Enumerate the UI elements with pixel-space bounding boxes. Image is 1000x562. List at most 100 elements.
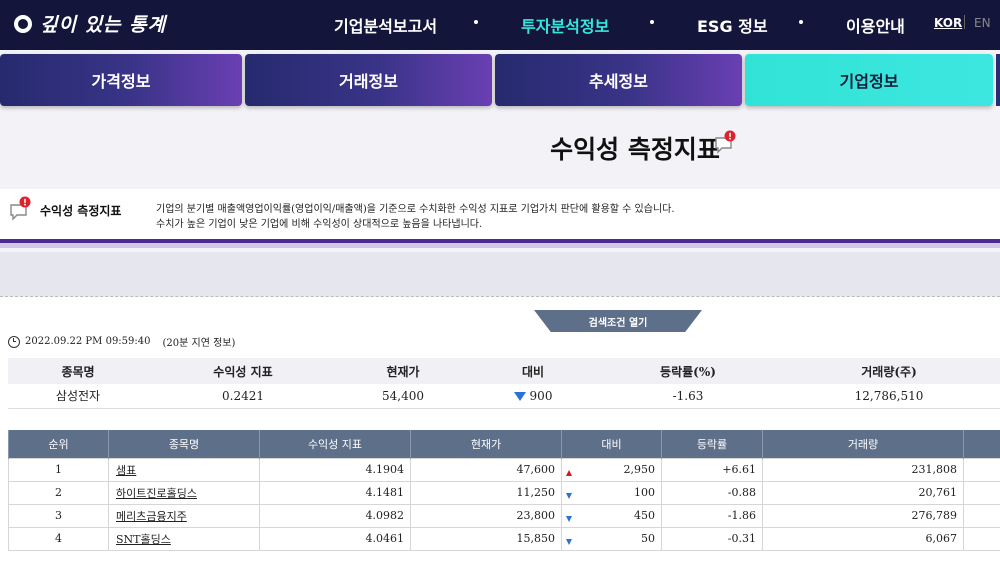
summary-header-cell: 등락률(%) [598,358,778,384]
table-row: 3 메리츠금융지주 4.0982 23,800 450 -1.86 276,78… [8,503,1000,528]
tab-trade-info[interactable]: 거래정보 [245,54,492,106]
info-bubble-icon[interactable] [713,130,739,156]
price-cell: 47,600 [410,457,562,482]
info-bubble-icon [10,196,31,221]
summary-price: 54,400 [338,384,468,409]
summary-header-cell: 대비 [468,358,598,384]
lang-divider [964,15,965,29]
spacer-band [0,252,1000,296]
stock-name-link[interactable]: 샘표 [108,457,260,482]
search-options-toggle[interactable]: 검색조건 열기 [534,310,702,332]
logo-text: 깊이 있는 통계 [40,14,167,36]
stock-name-text[interactable]: 메리츠금융지주 [116,510,187,523]
index-cell: 4.0461 [259,526,411,551]
up-arrow-icon [566,469,572,476]
ranking-header-cell: 거래량 [762,430,964,458]
logo-ring-icon [14,14,32,33]
summary-stock-name: 삼성전자 [8,384,148,409]
ranking-header-cell: 종목명 [108,430,260,458]
nav-item-esg[interactable]: ESG 정보 [697,13,768,37]
ranking-header-cell: 대비 [561,430,662,458]
nav-item-investment-info[interactable]: 투자분석정보 [521,13,609,37]
ranking-header-cell: 현재가 [410,430,562,458]
change-value: 450 [634,509,655,522]
down-arrow-icon [513,391,526,401]
change-cell: 2,950 [561,457,662,482]
summary-rate: -1.63 [598,384,778,409]
ranking-header-cell: 순위 [8,430,109,458]
volume-cell: 6,067 [762,526,964,551]
tab-company-info[interactable]: 기업정보 [745,54,993,106]
table-row: 4 SNT홀딩스 4.0461 15,850 50 -0.31 6,067 [8,526,1000,551]
extra-cell [963,526,1000,551]
stock-name-link[interactable]: 하이트진로홀딩스 [108,480,260,505]
ranking-header-row: 순위 종목명 수익성 지표 현재가 대비 등락률 거래량 [8,430,1000,458]
nav-separator-dot [799,20,803,24]
extra-cell [963,480,1000,505]
summary-table: 종목명 수익성 지표 현재가 대비 등락률(%) 거래량(주) 삼성전자 0.2… [8,358,1000,409]
index-cell: 4.1481 [259,480,411,505]
page-title: 수익성 측정지표 [550,135,720,164]
description-panel: 수익성 측정지표 기업의 분기별 매출액영업이익률(영업이익/매출액)을 기준으… [0,189,1000,248]
rank-cell: 1 [8,457,109,482]
tab-trend-info[interactable]: 추세정보 [495,54,742,106]
price-cell: 23,800 [410,503,562,528]
description-label: 수익성 측정지표 [40,204,122,218]
rate-cell: -1.86 [661,503,763,528]
change-value: 2,950 [623,463,656,476]
description-line: 수치가 높은 기업이 낮은 기업에 비해 수익성이 상대적으로 높음을 나타냅니… [156,219,483,230]
stock-name-link[interactable]: SNT홀딩스 [108,526,260,551]
rate-cell: +6.61 [661,457,763,482]
summary-volume: 12,786,510 [778,384,1000,409]
change-cell: 450 [561,503,662,528]
down-arrow-icon [566,492,572,499]
nav-separator-dot [474,20,478,24]
change-cell: 100 [561,480,662,505]
lang-kor-link[interactable]: KOR [934,16,962,30]
volume-cell: 20,761 [762,480,964,505]
price-cell: 15,850 [410,526,562,551]
lang-en-link[interactable]: EN [974,16,991,30]
description-line: 기업의 분기별 매출액영업이익률(영업이익/매출액)을 기준으로 수치화한 수익… [156,204,675,215]
nav-item-company-report[interactable]: 기업분석보고서 [334,13,437,37]
site-logo[interactable]: 깊이 있는 통계 [14,10,166,37]
down-arrow-icon [566,538,572,545]
change-value: 50 [641,532,655,545]
summary-header-row: 종목명 수익성 지표 현재가 대비 등락률(%) 거래량(주) [8,358,1000,384]
volume-cell: 276,789 [762,503,964,528]
extra-cell [963,457,1000,482]
rank-cell: 3 [8,503,109,528]
change-value: 100 [634,486,655,499]
volume-cell: 231,808 [762,457,964,482]
summary-header-cell: 종목명 [8,358,148,384]
stock-name-text[interactable]: 하이트진로홀딩스 [116,487,197,500]
timestamp-delay: (20분 지연 정보) [162,338,236,349]
clock-icon [8,335,20,348]
rank-cell: 4 [8,526,109,551]
sub-tabs: 가격정보 거래정보 추세정보 기업정보 [0,52,1000,108]
summary-header-cell: 수익성 지표 [148,358,338,384]
stock-name-text[interactable]: 샘표 [116,464,136,477]
index-cell: 4.0982 [259,503,411,528]
stock-name-link[interactable]: 메리츠금융지주 [108,503,260,528]
timestamp-datetime: 2022.09.22 PM 09:59:40 [25,336,151,347]
rate-cell: -0.88 [661,480,763,505]
summary-index-value: 0.2421 [148,384,338,409]
table-row: 2 하이트진로홀딩스 4.1481 11,250 100 -0.88 20,76… [8,480,1000,505]
ranking-header-cell [963,430,1000,458]
price-cell: 11,250 [410,480,562,505]
tab-overflow-edge [996,54,1000,106]
ranking-header-cell: 등락률 [661,430,763,458]
stock-name-text[interactable]: SNT홀딩스 [116,533,171,546]
summary-header-cell: 현재가 [338,358,468,384]
rate-cell: -0.31 [661,526,763,551]
index-cell: 4.1904 [259,457,411,482]
table-row: 1 샘표 4.1904 47,600 2,950 +6.61 231,808 [8,457,1000,482]
ranking-header-cell: 수익성 지표 [259,430,411,458]
tab-price-info[interactable]: 가격정보 [0,54,242,106]
nav-item-guide[interactable]: 이용안내 [846,13,905,37]
change-cell: 50 [561,526,662,551]
down-arrow-icon [566,515,572,522]
top-nav: 깊이 있는 통계 기업분석보고서 투자분석정보 ESG 정보 이용안내 KOR … [0,0,1000,50]
ranking-table: 순위 종목명 수익성 지표 현재가 대비 등락률 거래량 1 샘표 4.1904… [8,430,1000,551]
